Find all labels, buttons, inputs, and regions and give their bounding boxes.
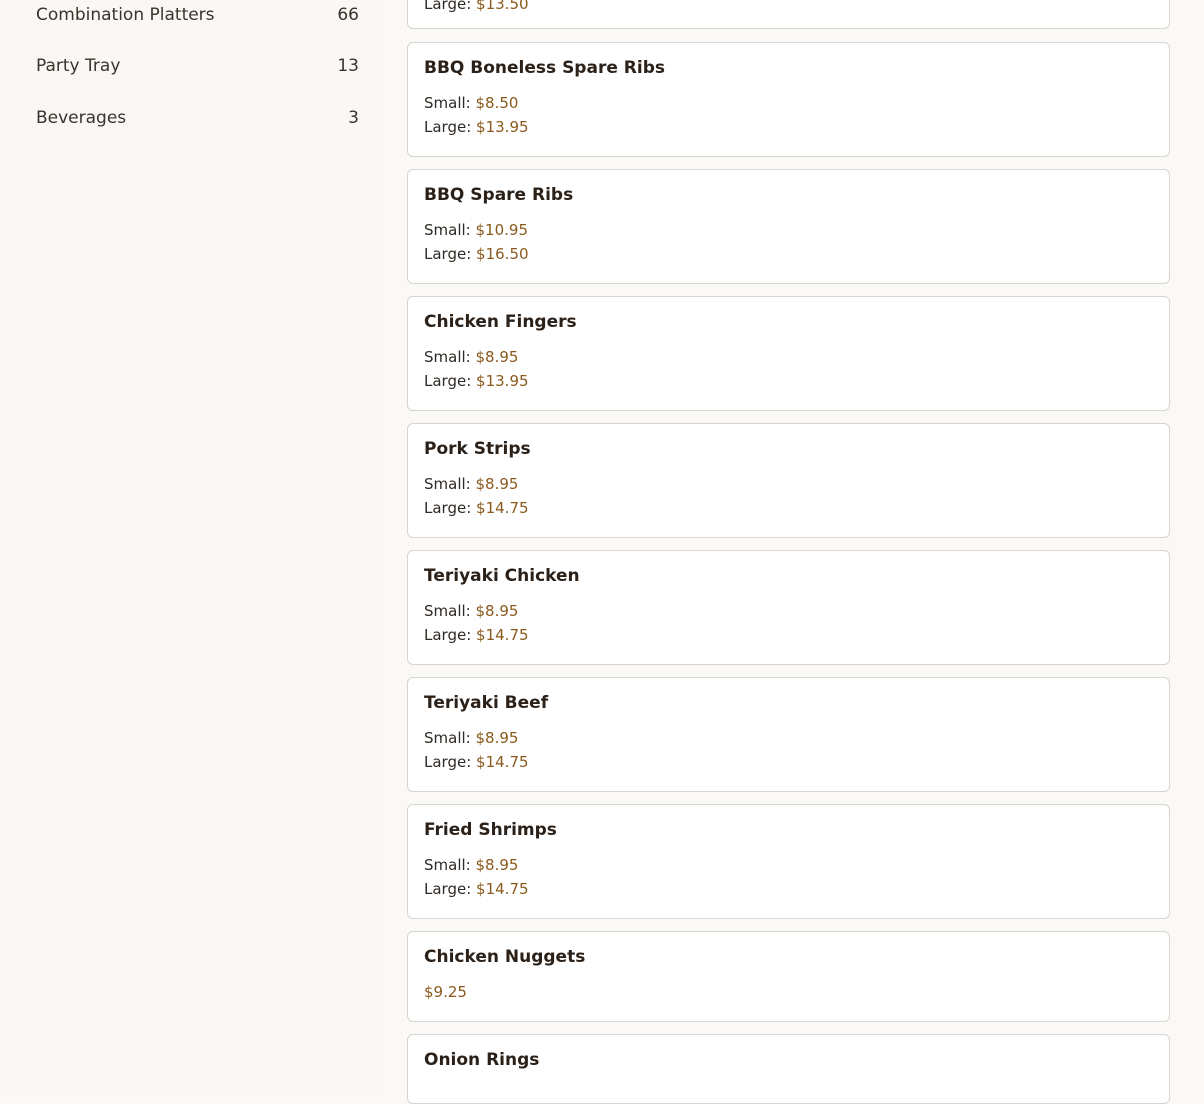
price-value: $14.75 (476, 626, 529, 644)
price-label: Small: (424, 602, 471, 620)
menu-item-name: Teriyaki Beef (424, 693, 549, 713)
menu-item-card[interactable]: BBQ Spare Ribs Small: $10.95 Large: $16.… (407, 169, 1170, 284)
price-value: $8.95 (475, 348, 519, 366)
price-label: Small: (424, 94, 471, 112)
menu-item-card[interactable]: Onion Rings (407, 1034, 1170, 1104)
large-price-line: Large: $13.95 (424, 118, 529, 136)
large-price-line: Large: $14.75 (424, 499, 529, 517)
price-label: Large: (424, 753, 472, 771)
menu-item-name: Chicken Nuggets (424, 947, 586, 967)
menu-item-card[interactable]: Teriyaki Chicken Small: $8.95 Large: $14… (407, 550, 1170, 665)
menu-item-name: Onion Rings (424, 1050, 540, 1070)
price-label: Small: (424, 729, 471, 747)
price-label: Large: (424, 626, 472, 644)
menu-item-name: Teriyaki Chicken (424, 566, 580, 586)
large-price-line: Large: $16.50 (424, 245, 529, 263)
menu-item-card[interactable]: Pork Strips Small: $8.95 Large: $14.75 (407, 423, 1170, 538)
category-count: 3 (348, 108, 359, 128)
price-label: Large: (424, 0, 472, 13)
price-value: $14.75 (476, 880, 529, 898)
price-label: Large: (424, 372, 472, 390)
price-value: $13.50 (476, 0, 529, 13)
menu-item-card[interactable]: Chicken Nuggets $9.25 (407, 931, 1170, 1022)
small-price-line: Small: $10.95 (424, 221, 528, 239)
category-name: Party Tray (36, 56, 121, 76)
large-price-line: Large: $13.50 (424, 0, 529, 13)
small-price-line: Small: $8.95 (424, 729, 518, 747)
menu-item-name: BBQ Spare Ribs (424, 185, 574, 205)
small-price-line: Small: $8.95 (424, 856, 518, 874)
menu-item-card[interactable]: Large: $13.50 (407, 0, 1170, 29)
price-label: Small: (424, 475, 471, 493)
category-item-combination-platters[interactable]: Combination Platters 66 (36, 0, 359, 30)
price-value: $13.95 (476, 372, 529, 390)
price-value: $13.95 (476, 118, 529, 136)
category-item-party-tray[interactable]: Party Tray 13 (36, 51, 359, 81)
small-price-line: Small: $8.50 (424, 94, 518, 112)
small-price-line: Small: $8.95 (424, 348, 518, 366)
category-item-beverages[interactable]: Beverages 3 (36, 103, 359, 133)
category-name: Beverages (36, 108, 127, 128)
menu-item-card[interactable]: BBQ Boneless Spare Ribs Small: $8.50 Lar… (407, 42, 1170, 157)
small-price-line: Small: $8.95 (424, 475, 518, 493)
category-name: Combination Platters (36, 5, 215, 25)
page-scrollbar[interactable] (1184, 0, 1204, 1089)
price-value: $8.95 (475, 856, 519, 874)
menu-item-name: BBQ Boneless Spare Ribs (424, 58, 665, 78)
large-price-line: Large: $14.75 (424, 753, 529, 771)
price-value: $8.50 (475, 94, 519, 112)
price-label: Small: (424, 221, 471, 239)
price-label: Large: (424, 118, 472, 136)
category-count: 66 (337, 5, 359, 25)
price-label: Small: (424, 348, 471, 366)
menu-item-list: Large: $13.50 BBQ Boneless Spare Ribs Sm… (384, 0, 1204, 1104)
large-price-line: Large: $13.95 (424, 372, 529, 390)
menu-item-card[interactable]: Chicken Fingers Small: $8.95 Large: $13.… (407, 296, 1170, 411)
category-count: 13 (337, 56, 359, 76)
menu-item-name: Chicken Fingers (424, 312, 577, 332)
single-price-line: $9.25 (424, 983, 467, 1001)
price-label: Small: (424, 856, 471, 874)
small-price-line: Small: $8.95 (424, 602, 518, 620)
price-value: $16.50 (476, 245, 529, 263)
price-value: $8.95 (475, 602, 519, 620)
price-value: $14.75 (476, 499, 529, 517)
menu-item-card[interactable]: Fried Shrimps Small: $8.95 Large: $14.75 (407, 804, 1170, 919)
price-value: $8.95 (475, 475, 519, 493)
price-label: Large: (424, 245, 472, 263)
menu-item-card[interactable]: Teriyaki Beef Small: $8.95 Large: $14.75 (407, 677, 1170, 792)
price-value: $8.95 (475, 729, 519, 747)
category-sidebar: Combination Platters 66 Party Tray 13 Be… (0, 0, 384, 1089)
price-value: $10.95 (475, 221, 529, 239)
large-price-line: Large: $14.75 (424, 880, 529, 898)
menu-item-name: Fried Shrimps (424, 820, 557, 840)
price-value: $9.25 (424, 983, 467, 1001)
price-label: Large: (424, 499, 472, 517)
menu-item-name: Pork Strips (424, 439, 531, 459)
price-label: Large: (424, 880, 472, 898)
price-value: $14.75 (476, 753, 529, 771)
large-price-line: Large: $14.75 (424, 626, 529, 644)
